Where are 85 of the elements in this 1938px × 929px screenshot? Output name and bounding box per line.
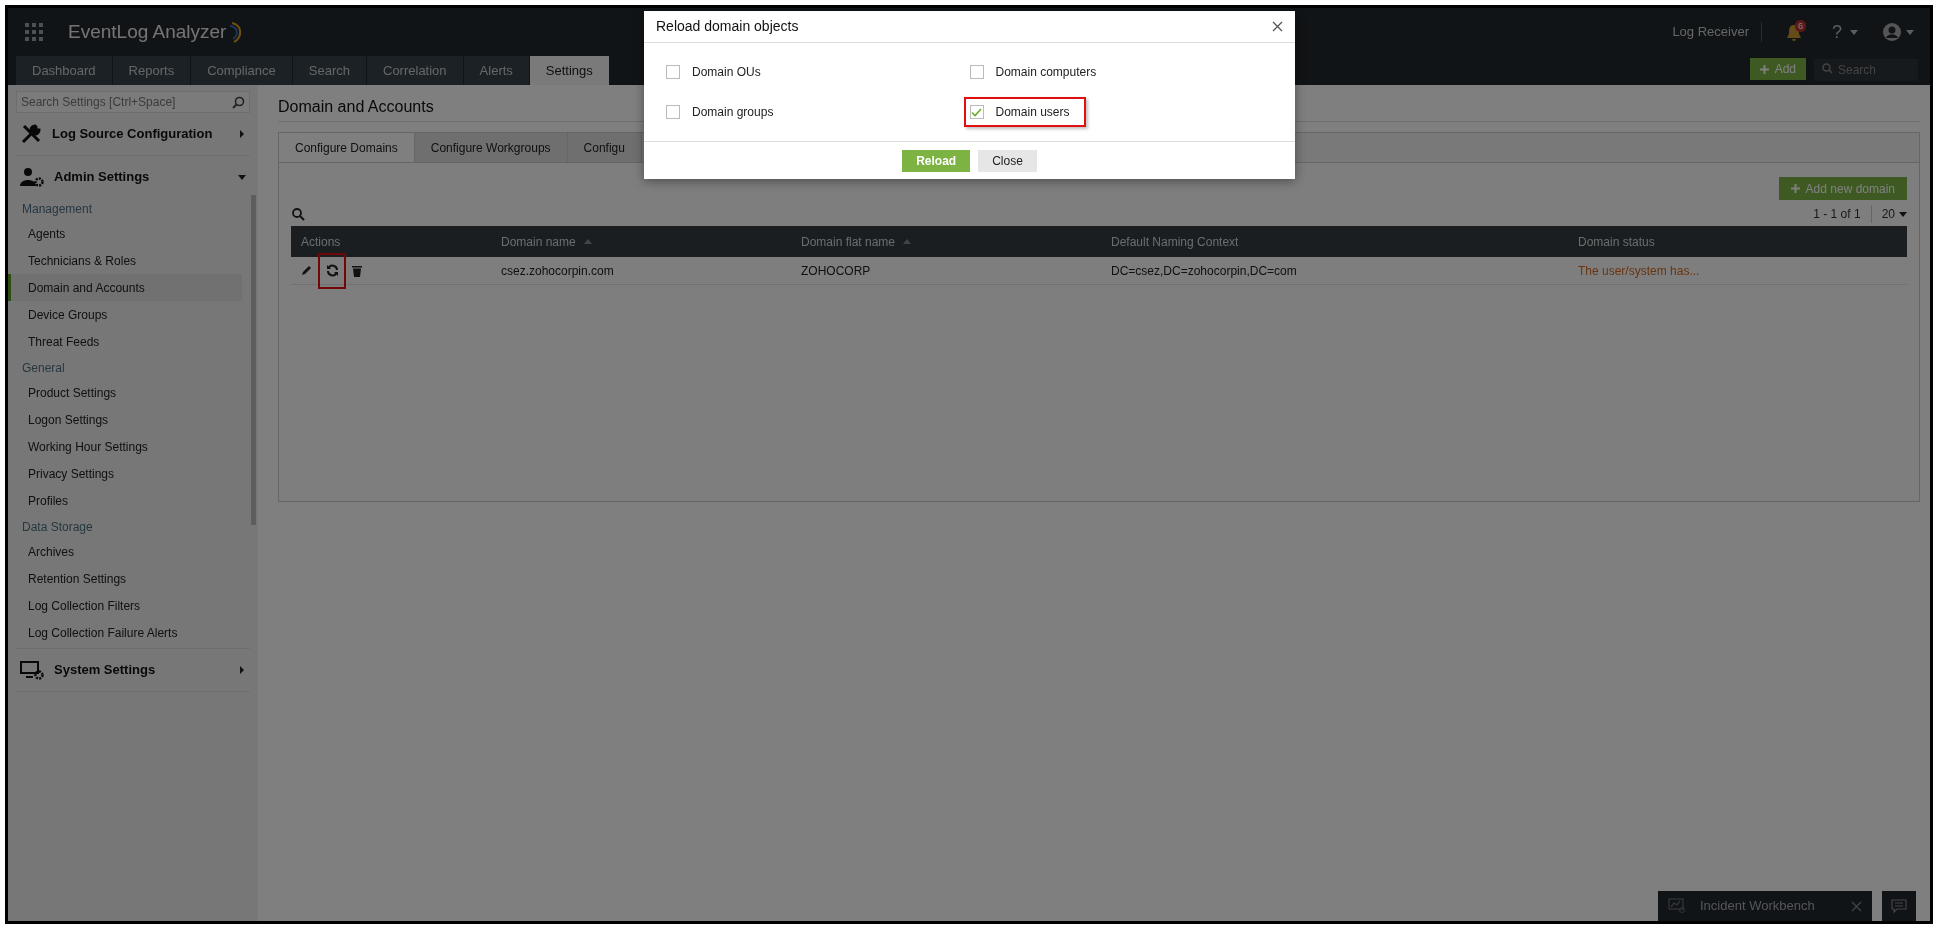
page-tab[interactable]: Configure Workgroups xyxy=(414,133,568,162)
edit-icon[interactable] xyxy=(301,265,312,276)
notification-badge: 6 xyxy=(1795,20,1806,32)
notification-button[interactable]: 6 xyxy=(1786,22,1808,42)
column-header[interactable]: Domain flat name xyxy=(791,226,1101,257)
nav-tab[interactable]: Compliance xyxy=(191,56,293,85)
tools-icon xyxy=(20,123,42,145)
close-icon[interactable] xyxy=(1272,21,1283,33)
monitor-gear-icon xyxy=(20,660,44,680)
app-name: EventLog Analyzer xyxy=(68,19,227,44)
sort-icon xyxy=(583,237,592,246)
search-filter-icon[interactable] xyxy=(291,207,305,221)
page-size-dropdown[interactable]: 20 xyxy=(1871,205,1907,223)
caret-icon xyxy=(238,173,246,181)
user-avatar-icon[interactable] xyxy=(1882,22,1902,42)
nav-tab[interactable]: Correlation xyxy=(367,56,464,85)
close-button[interactable]: Close xyxy=(978,149,1037,172)
sidebar-search-field[interactable]: Search Settings [Ctrl+Space] xyxy=(16,91,250,113)
nav-tab[interactable]: Search xyxy=(292,56,367,85)
pagination-text: 1 - 1 of 1 xyxy=(1813,205,1872,223)
checkbox[interactable] xyxy=(666,105,680,120)
sidebar-item[interactable]: Privacy Settings xyxy=(8,460,242,487)
log-receiver-link[interactable]: Log Receiver xyxy=(1672,22,1762,42)
checkbox-option[interactable]: Domain OUs xyxy=(660,57,777,88)
dialog-title: Reload domain objects xyxy=(656,17,800,37)
sidebar-item[interactable]: Archives xyxy=(8,538,242,565)
chart-monitor-icon xyxy=(1668,898,1686,914)
sidebar-item[interactable]: Retention Settings xyxy=(8,565,242,592)
group-heading: General xyxy=(21,360,66,377)
group-heading: Data Storage xyxy=(21,519,94,536)
sidebar-item[interactable]: Domain and Accounts xyxy=(8,274,242,301)
checkbox[interactable] xyxy=(969,65,984,80)
sidebar-section[interactable]: Admin Settings xyxy=(16,156,250,198)
caret-icon xyxy=(1899,210,1907,218)
scrollbar[interactable] xyxy=(251,195,256,525)
sidebar-item[interactable]: Working Hour Settings xyxy=(8,433,242,460)
sidebar-item[interactable]: Logon Settings xyxy=(8,406,242,433)
app-grid-icon[interactable] xyxy=(24,22,44,42)
search-icon xyxy=(232,95,245,109)
nav-tab[interactable]: Alerts xyxy=(463,56,530,85)
sidebar-item[interactable]: Threat Feeds xyxy=(8,328,242,355)
sidebar-item[interactable]: Log Collection Failure Alerts xyxy=(8,619,242,646)
table-cell: The user/system has... xyxy=(1568,257,1907,285)
help-button[interactable]: ? xyxy=(1832,18,1842,46)
reload-button[interactable]: Reload xyxy=(902,149,971,172)
caret-icon xyxy=(238,130,246,138)
table-cell: DC=csez,DC=zohocorpin,DC=com xyxy=(1101,257,1568,285)
sidebar-item[interactable]: Agents xyxy=(8,220,242,247)
column-header[interactable]: Default Naming Context xyxy=(1101,226,1568,257)
table-cell: ZOHOCORP xyxy=(791,257,1101,285)
nav-tab[interactable]: Reports xyxy=(112,56,192,85)
table-cell: csez.zohocorpin.com xyxy=(491,257,791,285)
checkbox[interactable] xyxy=(969,105,984,120)
sidebar-item[interactable]: Profiles xyxy=(8,487,242,514)
group-heading: Management xyxy=(21,201,94,218)
checkbox[interactable] xyxy=(666,65,680,80)
page-tab[interactable]: Configu xyxy=(567,133,642,162)
incident-workbench-label: Incident Workbench xyxy=(1700,897,1816,916)
plus-icon xyxy=(1759,64,1769,74)
sort-icon xyxy=(903,237,912,246)
sidebar-item[interactable]: Technicians & Roles xyxy=(8,247,242,274)
nav-tab[interactable]: Settings xyxy=(529,56,610,85)
delete-icon[interactable] xyxy=(352,264,362,277)
checkbox-option[interactable]: Domain computers xyxy=(963,57,1113,88)
column-header[interactable]: Actions xyxy=(291,226,491,257)
plus-icon xyxy=(1790,184,1800,193)
page-tab[interactable]: Configure Domains xyxy=(279,133,415,162)
caret-icon xyxy=(1906,28,1914,36)
sidebar-item[interactable]: Product Settings xyxy=(8,379,242,406)
incident-workbench-bar[interactable]: Incident Workbench xyxy=(1658,891,1872,921)
sidebar-section[interactable]: Log Source Configuration xyxy=(16,113,250,155)
nav-tab[interactable]: Dashboard xyxy=(16,56,113,85)
reload-button[interactable] xyxy=(318,252,346,289)
chat-button[interactable] xyxy=(1882,891,1916,921)
sidebar-item[interactable]: Device Groups xyxy=(8,301,242,328)
caret-icon xyxy=(1850,28,1858,36)
column-header[interactable]: Domain name xyxy=(491,226,791,257)
sidebar-item[interactable]: Log Collection Filters xyxy=(8,592,242,619)
refresh-icon xyxy=(325,264,339,277)
caret-icon xyxy=(238,666,246,674)
chat-icon xyxy=(1891,898,1907,914)
user-gear-icon xyxy=(20,167,44,187)
sidebar-section[interactable]: System Settings xyxy=(16,649,250,691)
checkbox-option[interactable]: Domain users xyxy=(963,97,1086,128)
column-header[interactable]: Domain status xyxy=(1568,226,1907,257)
